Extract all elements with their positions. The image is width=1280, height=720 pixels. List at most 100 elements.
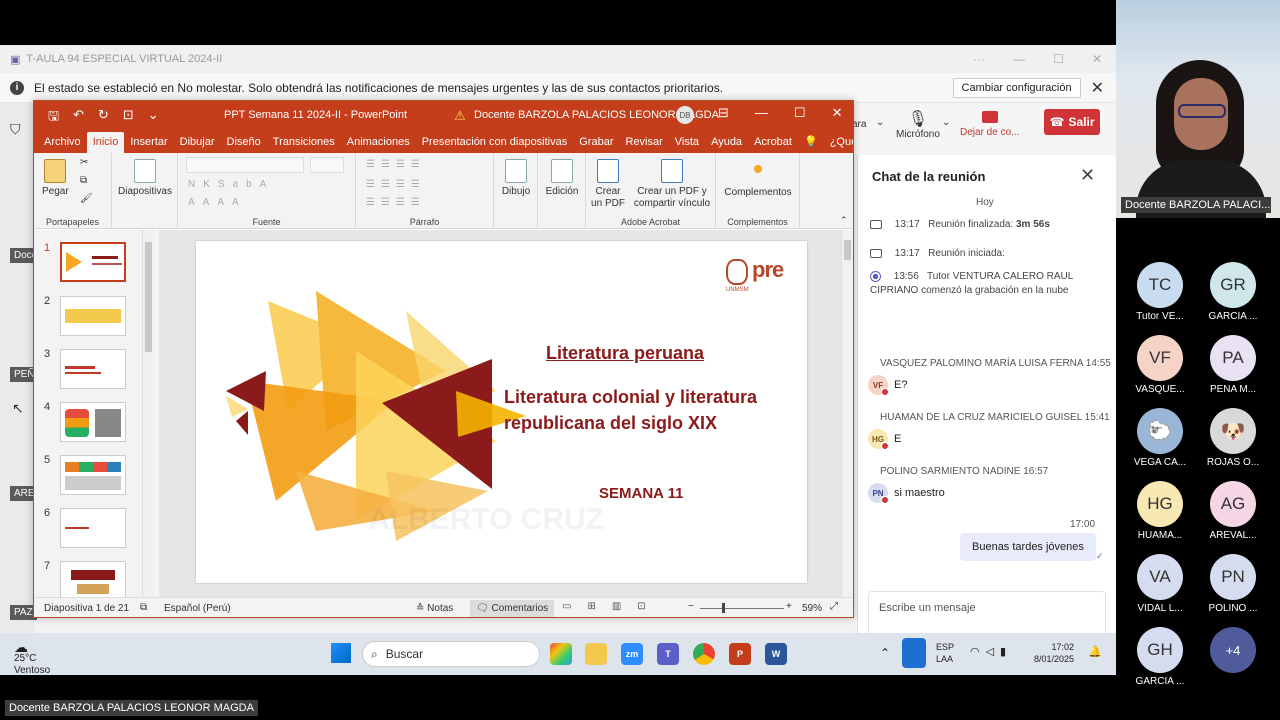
addins-button[interactable]: Complementos	[720, 161, 796, 199]
account-avatar[interactable]: DB	[676, 106, 694, 124]
leave-meeting-button[interactable]: ☎ Salir	[1044, 109, 1100, 135]
present-icon[interactable]: ⊡	[123, 107, 134, 129]
participant-tile[interactable]: GR GARCÍA ...	[1198, 262, 1268, 322]
create-pdf-button[interactable]: Crear un PDF	[590, 159, 626, 210]
word-app-icon[interactable]: W	[765, 643, 787, 665]
zoom-in-icon[interactable]: +	[786, 601, 792, 612]
participant-tile[interactable]: AG AREVAL...	[1198, 481, 1268, 541]
chevron-down-icon[interactable]: ⌄	[942, 117, 950, 128]
more-icon[interactable]: ···	[973, 52, 985, 66]
tab-grabar[interactable]: Grabar	[573, 132, 619, 153]
drawing-button[interactable]: Dibujo	[498, 159, 534, 198]
slide-thumbnail[interactable]	[60, 296, 126, 336]
tab-inicio[interactable]: Inicio	[86, 132, 125, 153]
scroll-thumb[interactable]	[145, 242, 152, 352]
thumbnail-scrollbar[interactable]	[142, 230, 154, 597]
notifications-icon[interactable]: 🔔	[1088, 645, 1102, 658]
scroll-thumb[interactable]	[844, 240, 851, 260]
chat-message[interactable]: HG E	[868, 429, 901, 450]
redo-icon[interactable]: ↻	[98, 107, 109, 129]
zoom-level[interactable]: 59%	[802, 603, 822, 614]
own-chat-message[interactable]: Buenas tardes jóvenes	[960, 533, 1096, 561]
zoom-slider-thumb[interactable]	[722, 603, 725, 613]
close-chat-icon[interactable]: ✕	[1080, 165, 1095, 186]
slide-thumbnail[interactable]	[60, 561, 126, 601]
collapse-ribbon-icon[interactable]: ⌃	[840, 215, 848, 226]
stop-sharing-button[interactable]: Dejar de co...	[960, 109, 1019, 138]
participant-tile[interactable]: VA VIDAL L...	[1125, 554, 1195, 614]
cut-icon[interactable]: ✂	[80, 157, 88, 168]
more-participants-button[interactable]: +4	[1198, 627, 1268, 676]
close-notice-icon[interactable]: ✕	[1091, 78, 1104, 98]
participant-tile[interactable]: HG HUAMA...	[1125, 481, 1195, 541]
microphone-tray-icon[interactable]	[902, 638, 926, 668]
change-settings-button[interactable]: Cambiar configuración	[952, 77, 1081, 98]
font-name-select[interactable]	[186, 157, 304, 173]
tab-ayuda[interactable]: Ayuda	[705, 132, 748, 153]
create-share-pdf-button[interactable]: Crear un PDF y compartir vínculo	[630, 159, 714, 210]
tab-archivo[interactable]: Archivo	[38, 132, 87, 153]
align-buttons[interactable]: ☰☰☰☰	[366, 197, 426, 208]
minimize-icon[interactable]: —	[755, 105, 768, 121]
slide-thumbnail[interactable]	[60, 349, 126, 389]
chat-message[interactable]: VF E?	[868, 375, 907, 396]
accessibility-icon[interactable]: ⧉	[140, 602, 147, 613]
weather-widget[interactable]: ☁ 25°C Ventoso	[14, 640, 50, 677]
copilot-icon[interactable]	[550, 643, 572, 665]
powerpoint-app-icon[interactable]: P	[729, 643, 751, 665]
font-style-buttons[interactable]: NKSabA	[188, 179, 274, 190]
microphone-button[interactable]: 🎙 Micrófono	[896, 109, 940, 140]
comments-button[interactable]: 🗨 Comentarios	[470, 600, 555, 617]
zoom-app-icon[interactable]: zm	[621, 643, 643, 665]
participant-tile[interactable]: GH GARCIA ...	[1125, 627, 1195, 687]
participant-tile[interactable]: PA PEÑA M...	[1198, 335, 1268, 395]
message-input[interactable]: Escribe un mensaje	[879, 602, 976, 614]
indent-buttons[interactable]: ☰☰☰☰	[366, 179, 426, 190]
font-size-select[interactable]	[310, 157, 344, 173]
close-icon[interactable]: ✕	[1092, 52, 1102, 66]
fit-slide-icon[interactable]: ⤢	[830, 601, 838, 612]
chrome-icon[interactable]	[693, 643, 715, 665]
zoom-slider[interactable]	[700, 603, 784, 613]
tab-dibujar[interactable]: Dibujar	[174, 132, 221, 153]
language-status[interactable]: Español (Perú)	[164, 603, 231, 614]
chat-message[interactable]: PN si maestro	[868, 483, 945, 504]
minimize-icon[interactable]: —	[1013, 52, 1025, 66]
tab-animaciones[interactable]: Animaciones	[341, 132, 416, 153]
teams-app-icon[interactable]: T	[657, 643, 679, 665]
maximize-icon[interactable]: ☐	[1053, 52, 1064, 66]
tab-revisar[interactable]: Revisar	[620, 132, 669, 153]
share-label[interactable]: ara	[852, 119, 866, 130]
language-indicator[interactable]: ESP LAA	[936, 641, 954, 665]
tell-me-search[interactable]: ¿Qué des	[824, 132, 853, 153]
warning-icon[interactable]: ⚠	[454, 108, 466, 124]
close-icon[interactable]: ✕	[832, 105, 843, 121]
participant-tile[interactable]: TC Tutor VE...	[1125, 262, 1195, 322]
slide-thumbnail[interactable]	[60, 508, 126, 548]
list-buttons[interactable]: ☰☰☰☰	[366, 159, 426, 170]
tab-diseno[interactable]: Diseño	[221, 132, 267, 153]
ribbon-display-icon[interactable]: ⊟	[718, 105, 729, 121]
slides-button[interactable]: Diapositivas	[118, 159, 172, 198]
editing-button[interactable]: Edición	[542, 159, 582, 198]
customize-icon[interactable]: ⌄	[148, 107, 159, 129]
participant-tile[interactable]: VF VASQUE...	[1125, 335, 1195, 395]
format-painter-icon[interactable]: 🖌	[80, 193, 93, 204]
clock[interactable]: 17:02 8/01/2025	[1034, 641, 1074, 665]
tab-acrobat[interactable]: Acrobat	[748, 132, 798, 153]
participant-tile[interactable]: PN POLINO ...	[1198, 554, 1268, 614]
network-volume-battery-icons[interactable]: ◠◁▮	[970, 645, 1012, 658]
undo-icon[interactable]: ↶	[73, 107, 84, 129]
zoom-out-icon[interactable]: −	[688, 601, 694, 612]
participant-tile[interactable]: 🐑 VEGA CA...	[1125, 408, 1195, 468]
notes-button[interactable]: ≙ Notas	[416, 603, 453, 614]
font-color-buttons[interactable]: AAAA	[188, 197, 247, 208]
file-explorer-icon[interactable]	[585, 643, 607, 665]
chevron-down-icon[interactable]: ⌄	[876, 117, 884, 128]
editor-scrollbar[interactable]	[841, 230, 853, 597]
lightbulb-icon[interactable]: 💡	[798, 131, 824, 153]
slide-thumbnail[interactable]	[60, 242, 126, 282]
copy-icon[interactable]: ⧉	[80, 175, 87, 186]
tab-vista[interactable]: Vista	[669, 132, 705, 153]
slide-thumbnail[interactable]	[60, 402, 126, 442]
